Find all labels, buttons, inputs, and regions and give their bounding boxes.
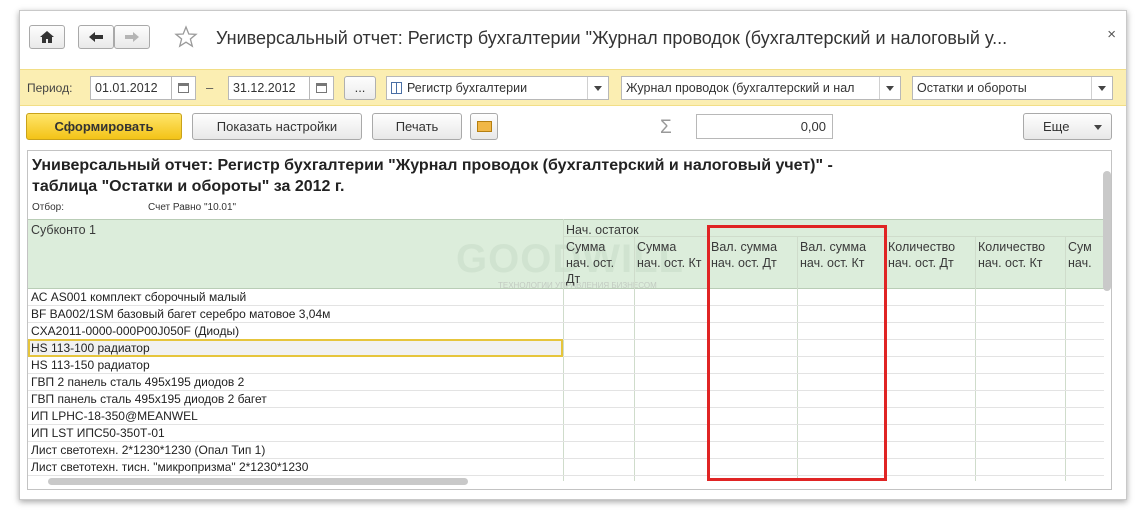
date-to-input[interactable]: 31.12.2012 [228, 76, 310, 100]
table-row-selected[interactable]: HS 113-100 радиатор [28, 339, 1104, 357]
date-from-calendar-button[interactable] [172, 76, 196, 100]
highlight-annotation-box [707, 225, 887, 481]
horizontal-scrollbar[interactable] [48, 478, 468, 485]
filter-label: Отбор: [32, 202, 64, 213]
column-header-sum-dt[interactable]: Сумма нач. ост. Дт [566, 239, 630, 287]
period-select-button[interactable]: ... [344, 76, 376, 100]
date-to-calendar-button[interactable] [310, 76, 334, 100]
print-button[interactable]: Печать [372, 113, 462, 140]
column-header-subkonto[interactable]: Субконто 1 [31, 222, 96, 238]
row-subkonto: ГВП 2 панель сталь 495x195 диодов 2 [31, 375, 245, 389]
row-subkonto: ИП LPHC-18-350@MEANWEL [31, 409, 198, 423]
table-row[interactable]: CXA2011-0000-000P00J050F (Диоды) [28, 323, 1104, 340]
filter-value: Счет Равно "10.01" [148, 202, 237, 213]
report-window: Универсальный отчет: Регистр бухгалтерии… [19, 10, 1127, 500]
source-type-select[interactable]: Регистр бухгалтерии [386, 76, 609, 100]
envelope-icon [477, 121, 492, 132]
chevron-down-icon[interactable] [1091, 77, 1112, 99]
period-dash: – [206, 80, 214, 95]
table-row[interactable]: ИП LST ИПС50-350Т-01 [28, 425, 1104, 442]
vertical-scrollbar[interactable] [1103, 171, 1111, 291]
report-area: Универсальный отчет: Регистр бухгалтерии… [27, 150, 1112, 490]
send-email-button[interactable] [470, 113, 498, 140]
favorite-star-icon[interactable] [174, 25, 198, 49]
report-params-bar: Период: 01.01.2012 – 31.12.2012 ... Реги… [20, 69, 1126, 106]
calendar-icon [178, 83, 189, 93]
row-subkonto: BF BA002/1SM базовый багет серебро матов… [31, 307, 331, 321]
sigma-icon: Σ [660, 117, 672, 138]
table-row[interactable]: Лист светотехн. тисн. "микропризма" 2*12… [28, 459, 1104, 476]
arrow-right-icon [125, 32, 139, 42]
forward-button[interactable] [114, 25, 150, 49]
calendar-icon [316, 83, 327, 93]
table-select[interactable]: Остатки и обороты [912, 76, 1113, 100]
selection-sum-field: 0,00 [696, 114, 833, 139]
date-from-input[interactable]: 01.01.2012 [90, 76, 172, 100]
row-subkonto: Лист светотехн. 2*1230*1230 (Опал Тип 1) [31, 443, 266, 457]
home-icon [40, 31, 54, 43]
show-settings-button[interactable]: Показать настройки [192, 113, 362, 140]
arrow-left-icon [89, 32, 103, 42]
row-subkonto: CXA2011-0000-000P00J050F (Диоды) [31, 324, 240, 338]
table-value: Остатки и обороты [917, 81, 1027, 95]
row-subkonto: HS 113-100 радиатор [31, 341, 150, 355]
report-title: Универсальный отчет: Регистр бухгалтерии… [32, 157, 833, 195]
more-button[interactable]: Еще [1023, 113, 1112, 140]
column-group-start-balance[interactable]: Нач. остаток [566, 222, 639, 238]
row-subkonto: ИП LST ИПС50-350Т-01 [31, 426, 165, 440]
table-row[interactable]: ГВП 2 панель сталь 495x195 диодов 2 [28, 374, 1104, 391]
source-type-value: Регистр бухгалтерии [407, 81, 528, 95]
close-icon[interactable]: × [1107, 26, 1116, 43]
more-label: Еще [1043, 119, 1070, 134]
chevron-down-icon[interactable] [587, 77, 608, 99]
home-button[interactable] [29, 25, 65, 49]
column-header-qty-dt[interactable]: Количество нач. ост. Дт [888, 239, 974, 271]
column-header-qty-kt[interactable]: Количество нач. ост. Кт [978, 239, 1064, 271]
generate-button[interactable]: Сформировать [26, 113, 182, 140]
table-row[interactable]: BF BA002/1SM базовый багет серебро матов… [28, 306, 1104, 323]
row-subkonto: ГВП панель сталь 495x195 диодов 2 багет [31, 392, 267, 406]
column-header-sum-partial[interactable]: Сум нач. [1068, 239, 1102, 271]
row-subkonto: HS 113-150 радиатор [31, 358, 150, 372]
title-bar: Универсальный отчет: Регистр бухгалтерии… [20, 11, 1126, 67]
period-label: Период: [27, 81, 73, 95]
window-title: Универсальный отчет: Регистр бухгалтерии… [216, 28, 1008, 48]
row-subkonto: АС AS001 комплект сборочный малый [31, 290, 247, 304]
table-row[interactable]: ИП LPHC-18-350@MEANWEL [28, 408, 1104, 425]
register-icon [391, 82, 402, 94]
command-bar: Сформировать Показать настройки Печать Σ… [20, 107, 1126, 147]
row-subkonto: Лист светотехн. тисн. "микропризма" 2*12… [31, 460, 309, 474]
register-select[interactable]: Журнал проводок (бухгалтерский и нал [621, 76, 901, 100]
register-value: Журнал проводок (бухгалтерский и нал [626, 81, 855, 95]
table-row[interactable]: Лист светотехн. 2*1230*1230 (Опал Тип 1) [28, 442, 1104, 459]
table-row[interactable]: HS 113-150 радиатор [28, 357, 1104, 374]
table-row[interactable]: АС AS001 комплект сборочный малый [28, 289, 1104, 306]
chevron-down-icon[interactable] [879, 77, 900, 99]
back-button[interactable] [78, 25, 114, 49]
table-row[interactable]: ГВП панель сталь 495x195 диодов 2 багет [28, 391, 1104, 408]
column-header-sum-kt[interactable]: Сумма нач. ост. Кт [637, 239, 703, 271]
